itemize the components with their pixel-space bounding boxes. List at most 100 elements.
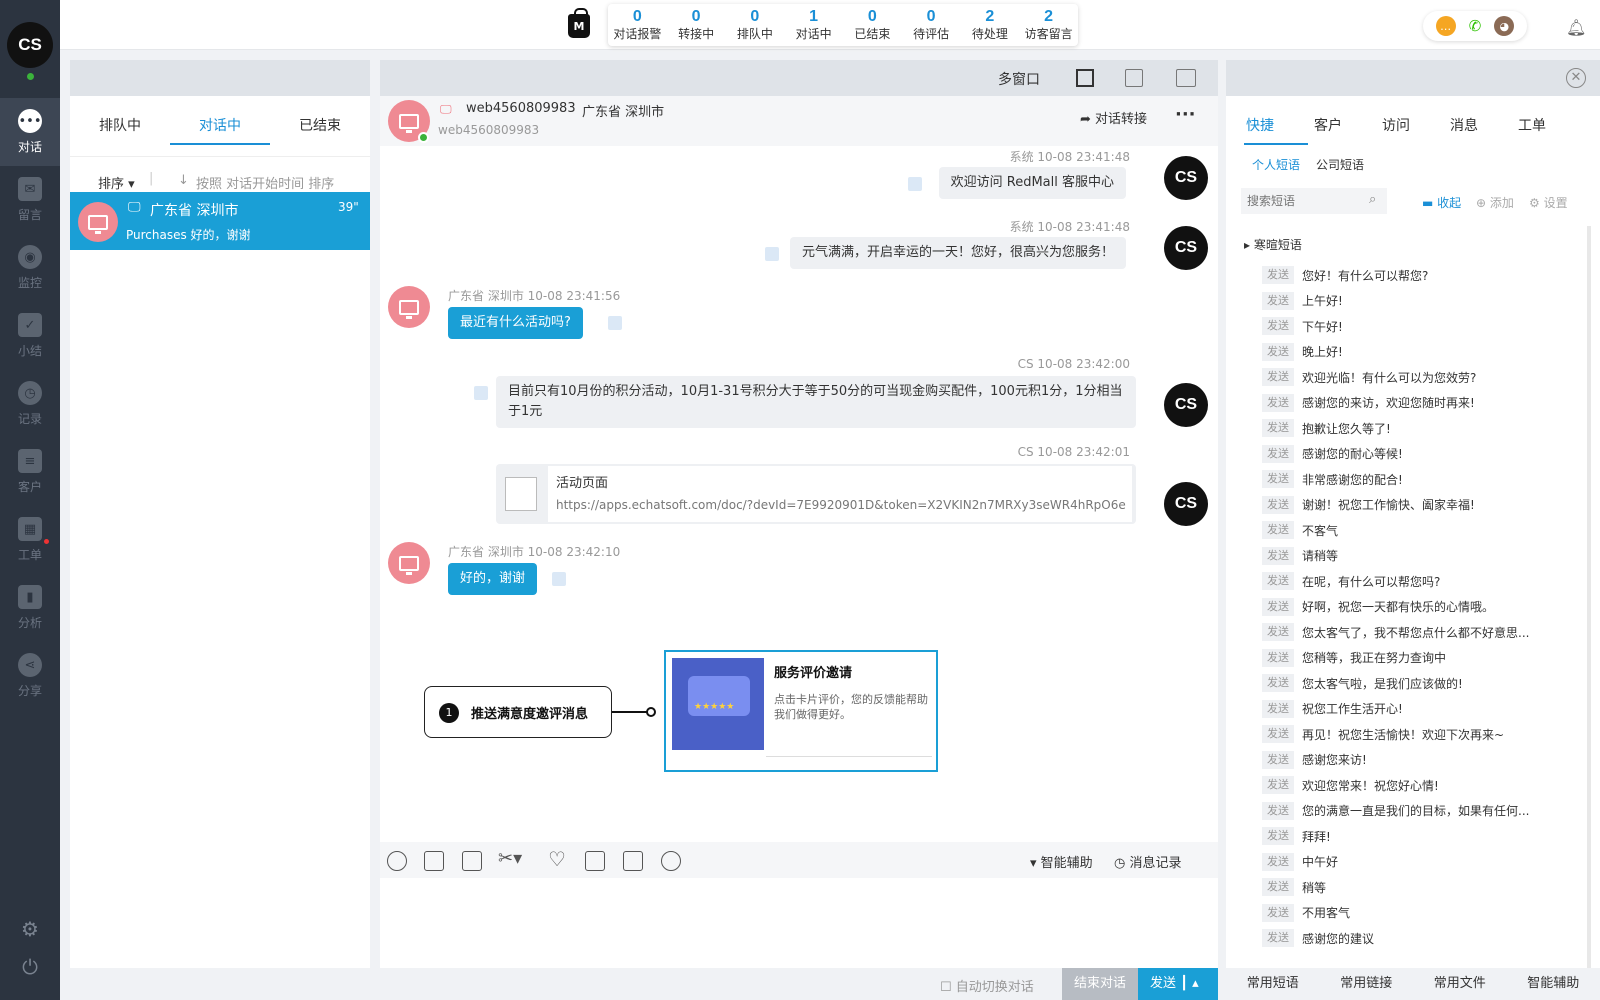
- phrase-item[interactable]: 发送 请稍等: [1262, 545, 1338, 567]
- nav-customers[interactable]: ≡ 客户: [0, 438, 60, 506]
- collapse-button[interactable]: ▬ 收起: [1422, 194, 1461, 211]
- tab-messages[interactable]: 消息: [1430, 96, 1498, 156]
- user-photo-icon[interactable]: ◕: [1494, 16, 1515, 36]
- send-phrase-button[interactable]: 发送: [1262, 929, 1294, 947]
- settings-gear-icon[interactable]: ⚙: [17, 916, 43, 942]
- phrase-group-toggle[interactable]: ▸ 寒暄短语: [1244, 236, 1302, 253]
- bell-icon[interactable]: 🔔︎: [1566, 18, 1586, 37]
- nav-analytics[interactable]: ▮ 分析: [0, 574, 60, 642]
- agent-avatar[interactable]: CS: [7, 22, 53, 68]
- phrase-item[interactable]: 发送 在呢，有什么可以帮您吗?: [1262, 570, 1440, 592]
- send-phrase-button[interactable]: 发送: [1262, 623, 1294, 641]
- tab-common-links[interactable]: 常用链接: [1320, 968, 1414, 1000]
- tab-queue[interactable]: 排队中: [70, 96, 170, 156]
- phrase-item[interactable]: 发送 感谢您的耐心等候!: [1262, 443, 1403, 465]
- send-button[interactable]: 发送 ┃ ▴: [1138, 968, 1218, 1000]
- tab-customer[interactable]: 客户: [1294, 96, 1362, 156]
- emoji-icon[interactable]: [387, 851, 407, 871]
- stat-to-evaluate[interactable]: 0 待评估: [902, 4, 961, 46]
- scissors-icon[interactable]: ✂▾: [498, 848, 522, 869]
- send-phrase-button[interactable]: 发送: [1262, 699, 1294, 718]
- nav-records[interactable]: ◷ 记录: [0, 370, 60, 438]
- phrase-item[interactable]: 发送 非常感谢您的配合!: [1262, 468, 1403, 490]
- multi-window-button[interactable]: 多窗口: [998, 69, 1040, 89]
- phrase-item[interactable]: 发送 抱歉让您久等了!: [1262, 417, 1391, 439]
- heart-icon[interactable]: ♡: [548, 847, 566, 871]
- send-phrase-button[interactable]: 发送: [1262, 852, 1294, 871]
- send-phrase-button[interactable]: 发送: [1262, 776, 1294, 794]
- single-window-icon[interactable]: [1076, 69, 1094, 87]
- folder-icon[interactable]: [462, 851, 482, 871]
- phrase-item[interactable]: 发送 您稍等，我正在努力查询中: [1262, 647, 1446, 669]
- send-phrase-button[interactable]: 发送: [1262, 878, 1294, 896]
- send-phrase-button[interactable]: 发送: [1262, 750, 1294, 769]
- send-phrase-button[interactable]: 发送: [1262, 572, 1294, 590]
- phrase-item[interactable]: 发送 感谢您的建议: [1262, 927, 1374, 949]
- stat-transferring[interactable]: 0 转接中: [667, 4, 726, 46]
- stat-queue[interactable]: 0 排队中: [726, 4, 785, 46]
- send-phrase-button[interactable]: 发送: [1262, 444, 1294, 463]
- more-options-icon[interactable]: ···: [1175, 104, 1196, 125]
- phrase-item[interactable]: 发送 感谢您的来访，欢迎您随时再来!: [1262, 392, 1475, 414]
- nav-monitor[interactable]: ◉ 监控: [0, 234, 60, 302]
- send-phrase-button[interactable]: 发送: [1262, 368, 1294, 386]
- triple-window-icon[interactable]: [1176, 69, 1196, 87]
- send-phrase-button[interactable]: 发送: [1262, 648, 1294, 667]
- smart-assist-toggle[interactable]: ▾ 智能辅助: [1030, 852, 1093, 871]
- send-phrase-button[interactable]: 发送: [1262, 674, 1294, 692]
- nav-tickets[interactable]: ▦ 工单: [0, 506, 60, 574]
- phrase-search-input[interactable]: [1247, 192, 1357, 210]
- phrase-item[interactable]: 发送 感谢您来访!: [1262, 749, 1367, 771]
- send-phrase-button[interactable]: 发送: [1262, 419, 1294, 437]
- search-icon[interactable]: ⌕: [1369, 192, 1376, 207]
- tab-quick[interactable]: 快捷: [1226, 96, 1294, 156]
- phrase-item[interactable]: 发送 欢迎您常来！祝您好心情!: [1262, 774, 1439, 796]
- phrase-item[interactable]: 发送 稍等: [1262, 876, 1326, 898]
- wechat-icon[interactable]: ✆: [1464, 16, 1485, 36]
- link-icon[interactable]: [623, 851, 643, 871]
- edit-icon[interactable]: [585, 851, 605, 871]
- phrase-item[interactable]: 发送 谢谢！祝您工作愉快、阖家幸福!: [1262, 494, 1475, 516]
- add-phrase-button[interactable]: ⊕ 添加: [1476, 194, 1514, 211]
- stat-pending[interactable]: 2 待处理: [961, 4, 1020, 46]
- phrase-item[interactable]: 发送 下午好!: [1262, 315, 1343, 337]
- tab-in-chat[interactable]: 对话中: [170, 96, 270, 156]
- double-window-icon[interactable]: [1125, 69, 1143, 87]
- subtab-personal[interactable]: 个人短语: [1252, 156, 1300, 173]
- phrase-settings-button[interactable]: ⚙ 设置: [1529, 194, 1568, 211]
- phrase-item[interactable]: 发送 不客气: [1262, 519, 1338, 541]
- phrase-item[interactable]: 发送 您太客气啦，是我们应该做的!: [1262, 672, 1463, 694]
- link-card[interactable]: 活动页面 https://apps.echatsoft.com/doc/?dev…: [496, 464, 1136, 524]
- chat-channel-icon[interactable]: …: [1435, 16, 1456, 36]
- subtab-company[interactable]: 公司短语: [1316, 156, 1364, 173]
- send-phrase-button[interactable]: 发送: [1262, 393, 1294, 412]
- transfer-button[interactable]: ➦ 对话转接: [1080, 108, 1147, 127]
- close-icon[interactable]: ✕: [1566, 68, 1586, 88]
- nav-share[interactable]: ⋖ 分享: [0, 642, 60, 710]
- auto-switch-checkbox[interactable]: ☐ 自动切换对话: [940, 976, 1034, 995]
- phrase-item[interactable]: 发送 中午好: [1262, 851, 1338, 873]
- nav-chat[interactable]: ••• 对话: [0, 98, 60, 166]
- image-icon[interactable]: [424, 851, 444, 871]
- phrase-list-scrollbar[interactable]: [1587, 226, 1591, 968]
- stat-visitor-messages[interactable]: 2 访客留言: [1019, 4, 1078, 46]
- phrase-item[interactable]: 发送 不用客气: [1262, 902, 1350, 924]
- stat-alarm[interactable]: 0 对话报警: [608, 4, 667, 46]
- nav-message[interactable]: ✉ 留言: [0, 166, 60, 234]
- tab-visit[interactable]: 访问: [1362, 96, 1430, 156]
- send-phrase-button[interactable]: 发送: [1262, 470, 1294, 488]
- send-phrase-button[interactable]: 发送: [1262, 317, 1294, 335]
- phrase-item[interactable]: 发送 上午好!: [1262, 290, 1343, 312]
- send-phrase-button[interactable]: 发送: [1262, 495, 1294, 514]
- sort-dropdown[interactable]: 排序 ▾: [98, 173, 135, 192]
- message-history-button[interactable]: ◷ 消息记录: [1114, 852, 1182, 871]
- phrase-search-field[interactable]: ⌕: [1241, 188, 1387, 214]
- channel-switcher[interactable]: … ✆ ◕: [1423, 11, 1527, 41]
- stat-in-chat[interactable]: 1 对话中: [784, 4, 843, 46]
- phrase-item[interactable]: 发送 好啊，祝您一天都有快乐的心情哦。: [1262, 596, 1494, 618]
- phrase-item[interactable]: 发送 再见！祝您生活愉快！欢迎下次再来~: [1262, 723, 1504, 745]
- tab-tickets[interactable]: 工单: [1498, 96, 1566, 156]
- phrase-item[interactable]: 发送 您的满意一直是我们的目标，如果有任何...: [1262, 800, 1529, 822]
- stat-ended[interactable]: 0 已结束: [843, 4, 902, 46]
- send-phrase-button[interactable]: 发送: [1262, 521, 1294, 539]
